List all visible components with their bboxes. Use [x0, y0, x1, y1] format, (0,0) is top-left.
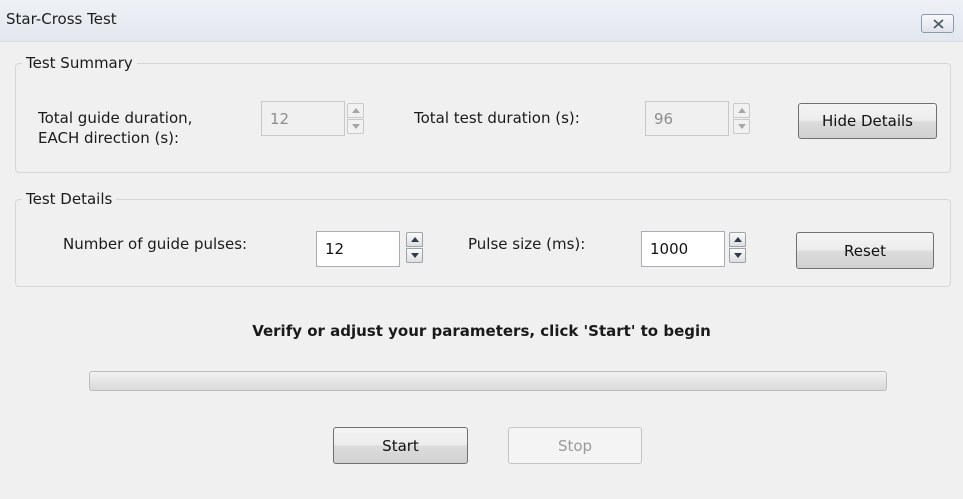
guide-pulses-down-button[interactable] — [406, 248, 423, 263]
guide-duration-label-line2: EACH direction (s): — [38, 129, 180, 147]
window-title: Star-Cross Test — [6, 10, 117, 28]
pulse-size-input[interactable] — [641, 231, 725, 267]
guide-duration-label-line1: Total guide duration, — [38, 109, 193, 127]
guide-duration-down-button[interactable] — [347, 119, 364, 134]
stop-button[interactable]: Stop — [508, 427, 642, 464]
reset-button[interactable]: Reset — [796, 232, 934, 269]
test-duration-up-button[interactable] — [733, 103, 750, 118]
pulse-size-label: Pulse size (ms): — [468, 235, 586, 253]
test-duration-spinner[interactable] — [733, 103, 750, 134]
guide-pulses-input[interactable] — [316, 231, 400, 267]
guide-pulses-up-button[interactable] — [406, 232, 423, 247]
test-summary-title: Test Summary — [26, 54, 133, 72]
guide-duration-input[interactable] — [261, 101, 345, 136]
arrow-up-icon — [738, 108, 746, 113]
guide-pulses-spinner[interactable] — [406, 232, 423, 263]
guide-duration-spinner[interactable] — [347, 103, 364, 134]
start-button[interactable]: Start — [333, 427, 468, 464]
pulse-size-up-button[interactable] — [729, 232, 746, 247]
test-duration-label: Total test duration (s): — [414, 109, 580, 127]
progress-bar — [89, 371, 887, 391]
arrow-up-icon — [734, 237, 742, 242]
pulse-size-down-button[interactable] — [729, 248, 746, 263]
test-details-title: Test Details — [26, 190, 113, 208]
close-button[interactable] — [921, 14, 954, 33]
arrow-down-icon — [734, 253, 742, 258]
arrow-up-icon — [352, 108, 360, 113]
title-bar: Star-Cross Test — [0, 0, 963, 42]
arrow-down-icon — [352, 124, 360, 129]
guide-pulses-label: Number of guide pulses: — [63, 235, 248, 253]
test-duration-down-button[interactable] — [733, 119, 750, 134]
guide-duration-up-button[interactable] — [347, 103, 364, 118]
close-icon — [933, 19, 944, 29]
test-duration-input[interactable] — [645, 101, 729, 136]
arrow-down-icon — [738, 124, 746, 129]
pulse-size-spinner[interactable] — [729, 232, 746, 263]
status-message: Verify or adjust your parameters, click … — [252, 322, 711, 340]
arrow-down-icon — [411, 253, 419, 258]
arrow-up-icon — [411, 237, 419, 242]
hide-details-button[interactable]: Hide Details — [798, 103, 937, 139]
